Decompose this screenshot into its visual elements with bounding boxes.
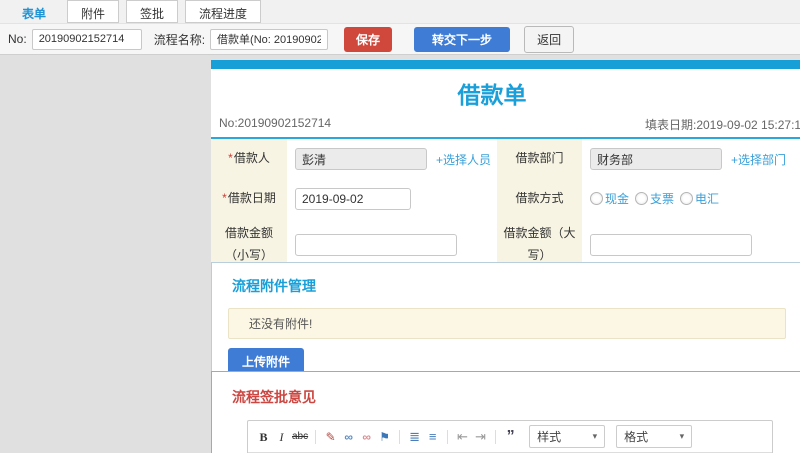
radio-option-check[interactable]: 支票 [635, 190, 674, 208]
approval-panel: 流程签批意见 B I abc ✎ ∞ ∞ ⚑ ≣ ≡ ⇤ ⇥ ” 样式 ▾ 格式… [211, 371, 800, 453]
radio-option-wire[interactable]: 电汇 [680, 190, 719, 208]
process-name-input[interactable] [210, 28, 329, 50]
department-label: 借款部门 [497, 139, 582, 179]
borrower-label: *借款人 [211, 139, 287, 179]
borrow-date-input[interactable] [295, 188, 411, 210]
remove-format-icon[interactable]: ✎ [323, 429, 338, 445]
ordered-list-icon[interactable]: ≣ [407, 429, 422, 445]
borrow-method-label: 借款方式 [497, 179, 582, 219]
toolbar: No: 流程名称: 保存 转交下一步 返回 [0, 24, 800, 55]
amount-lowercase-input[interactable] [295, 233, 457, 256]
tab-process-progress[interactable]: 流程进度 [185, 0, 262, 23]
approval-title: 流程签批意见 [232, 389, 316, 405]
chevron-down-icon: ▾ [592, 431, 598, 441]
style-dropdown[interactable]: 样式 ▾ [529, 425, 606, 448]
link-icon[interactable]: ∞ [341, 429, 356, 445]
required-marker: * [228, 151, 233, 166]
forward-next-step-button[interactable]: 转交下一步 [414, 26, 511, 52]
outdent-icon[interactable]: ⇤ [455, 429, 470, 445]
bold-icon[interactable]: B [256, 429, 271, 445]
toolbar-separator [315, 429, 317, 444]
borrow-method-radios: 现金 支票 电汇 [582, 179, 800, 219]
select-department-link[interactable]: +选择部门 [731, 151, 786, 168]
toolbar-separator [495, 429, 497, 444]
form-header: 借款单 No:20190902152714 填表日期:2019-09-02 15… [211, 69, 800, 137]
rich-text-editor: B I abc ✎ ∞ ∞ ⚑ ≣ ≡ ⇤ ⇥ ” 样式 ▾ 格式 ▾ [247, 420, 773, 453]
chevron-down-icon: ▾ [679, 431, 685, 441]
panel-top-bar [211, 60, 800, 69]
tab-approval[interactable]: 签批 [126, 0, 179, 23]
radio-cash-icon[interactable] [590, 192, 603, 205]
attachments-panel: 流程附件管理 还没有附件! 上传附件 [211, 262, 800, 388]
form-title: 借款单 [457, 82, 527, 108]
radio-wire-icon[interactable] [680, 192, 694, 205]
anchor-flag-icon[interactable]: ⚑ [377, 429, 392, 445]
tab-form[interactable]: 表单 [8, 0, 60, 23]
radio-option-cash[interactable]: 现金 [590, 190, 629, 208]
blockquote-icon[interactable]: ” [503, 428, 518, 444]
bullet-list-icon[interactable]: ≡ [425, 429, 440, 445]
save-button[interactable]: 保存 [344, 26, 393, 52]
form-date-text: 填表日期:2019-09-02 15:27:1 [645, 118, 800, 132]
borrow-date-label: *借款日期 [211, 179, 287, 219]
select-person-link[interactable]: +选择人员 [436, 151, 491, 168]
indent-icon[interactable]: ⇥ [473, 429, 488, 445]
back-button[interactable]: 返回 [524, 25, 575, 53]
toolbar-separator [447, 429, 449, 444]
no-label: No: [8, 32, 27, 46]
page: 表单 附件 签批 流程进度 No: 流程名称: 保存 转交下一步 返回 借款单 … [0, 0, 800, 453]
no-attachments-message: 还没有附件! [228, 308, 786, 339]
amount-uppercase-input[interactable] [590, 233, 752, 256]
required-marker: * [222, 191, 227, 206]
attachments-title: 流程附件管理 [232, 278, 316, 294]
radio-check-icon[interactable] [635, 192, 649, 205]
borrower-input[interactable] [295, 148, 427, 170]
tab-bar: 表单 附件 签批 流程进度 [0, 0, 800, 24]
department-input[interactable] [590, 148, 722, 170]
unlink-icon[interactable]: ∞ [359, 429, 374, 445]
format-dropdown[interactable]: 格式 ▾ [616, 425, 693, 448]
toolbar-separator [399, 429, 401, 444]
italic-icon[interactable]: I [274, 429, 289, 445]
tab-attachments[interactable]: 附件 [67, 0, 120, 23]
no-input[interactable] [31, 28, 142, 50]
process-name-label: 流程名称: [153, 32, 206, 47]
strikethrough-icon[interactable]: abc [292, 429, 308, 445]
form-no-text: No:20190902152714 [219, 116, 332, 130]
editor-toolbar: B I abc ✎ ∞ ∞ ⚑ ≣ ≡ ⇤ ⇥ ” 样式 ▾ 格式 ▾ [248, 421, 772, 453]
